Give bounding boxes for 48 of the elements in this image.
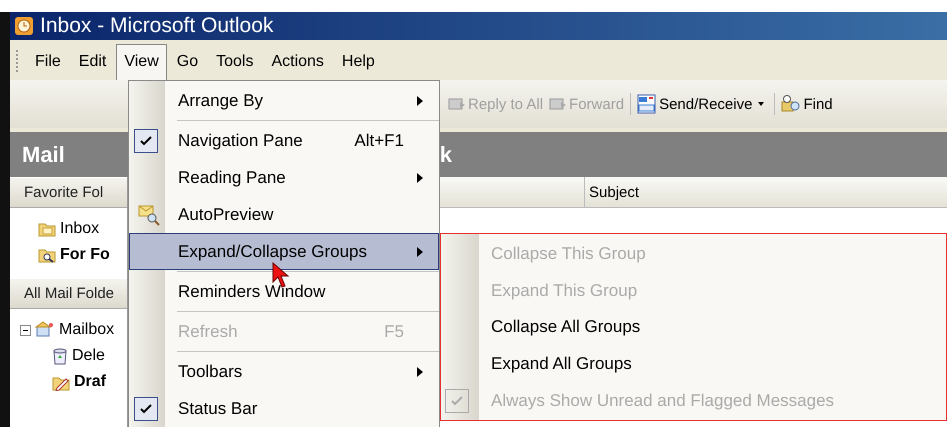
section-title: All Mail Folde	[24, 285, 114, 302]
section-header[interactable]: All Mail Folde	[10, 278, 127, 309]
menu-item[interactable]: Collapse All Groups	[441, 309, 946, 346]
column-header[interactable]: Subject	[584, 177, 640, 207]
menu-item[interactable]: AutoPreview	[129, 196, 439, 233]
clock-icon	[14, 16, 34, 36]
submenu-arrow-icon	[416, 246, 424, 258]
submenu-arrow-icon	[416, 94, 424, 106]
shortcut-label: Alt+F1	[354, 130, 404, 150]
menu-item[interactable]: Reading Pane	[129, 159, 439, 196]
envelope-arrow-icon	[549, 96, 568, 112]
submenu-arrow-icon	[416, 172, 424, 184]
menu-title[interactable]: Actions	[263, 44, 332, 80]
pane-title: Mail	[22, 142, 65, 168]
menu-item[interactable]: Navigation Pane Alt+F1	[129, 122, 439, 159]
shortcut-label: F5	[384, 322, 404, 342]
folder-title: k	[440, 142, 452, 168]
submenu-arrow-icon	[416, 366, 424, 378]
menu-title[interactable]: Help	[334, 44, 383, 80]
menu-title[interactable]: Tools	[208, 44, 262, 80]
folder-name[interactable]: Draf	[74, 373, 106, 391]
search-folder-icon	[38, 247, 56, 263]
section-header[interactable]: Favorite Fol	[10, 177, 127, 208]
menu-item[interactable]: Expand/Collapse Groups	[129, 233, 439, 270]
menu-title[interactable]: File	[27, 44, 69, 80]
toolbar-button[interactable]: Find	[781, 94, 833, 114]
folder-name[interactable]: Inbox	[60, 220, 100, 238]
menu-item[interactable]: Expand All Groups	[441, 346, 946, 382]
search-icon	[781, 94, 802, 114]
trash-icon	[52, 348, 68, 364]
folder-name[interactable]: Mailbox	[59, 321, 114, 339]
menu-title[interactable]: Edit	[70, 44, 114, 80]
envelope-magnifier-icon	[138, 204, 160, 226]
menu-item[interactable]: Toolbars	[129, 353, 439, 390]
section-title: Favorite Fol	[24, 184, 104, 201]
folder-name[interactable]: For Fo	[60, 246, 110, 264]
collapse-icon[interactable]	[20, 324, 31, 336]
inbox-folder-icon	[38, 221, 56, 237]
toolbar-button[interactable]: Send/Receive	[637, 94, 768, 114]
window-title: Inbox - Microsoft Outlook	[40, 14, 274, 38]
menu-title[interactable]: View	[116, 44, 167, 80]
menu-item[interactable]: Arrange By	[129, 82, 439, 119]
menu-item[interactable]: Status Bar	[129, 390, 439, 427]
folder-name[interactable]: Dele	[72, 347, 105, 365]
menu-title[interactable]: Go	[168, 44, 206, 80]
menu-item[interactable]: Reminders Window	[129, 273, 439, 310]
send-receive-icon	[637, 94, 658, 114]
envelope-arrow-icon	[448, 96, 466, 112]
